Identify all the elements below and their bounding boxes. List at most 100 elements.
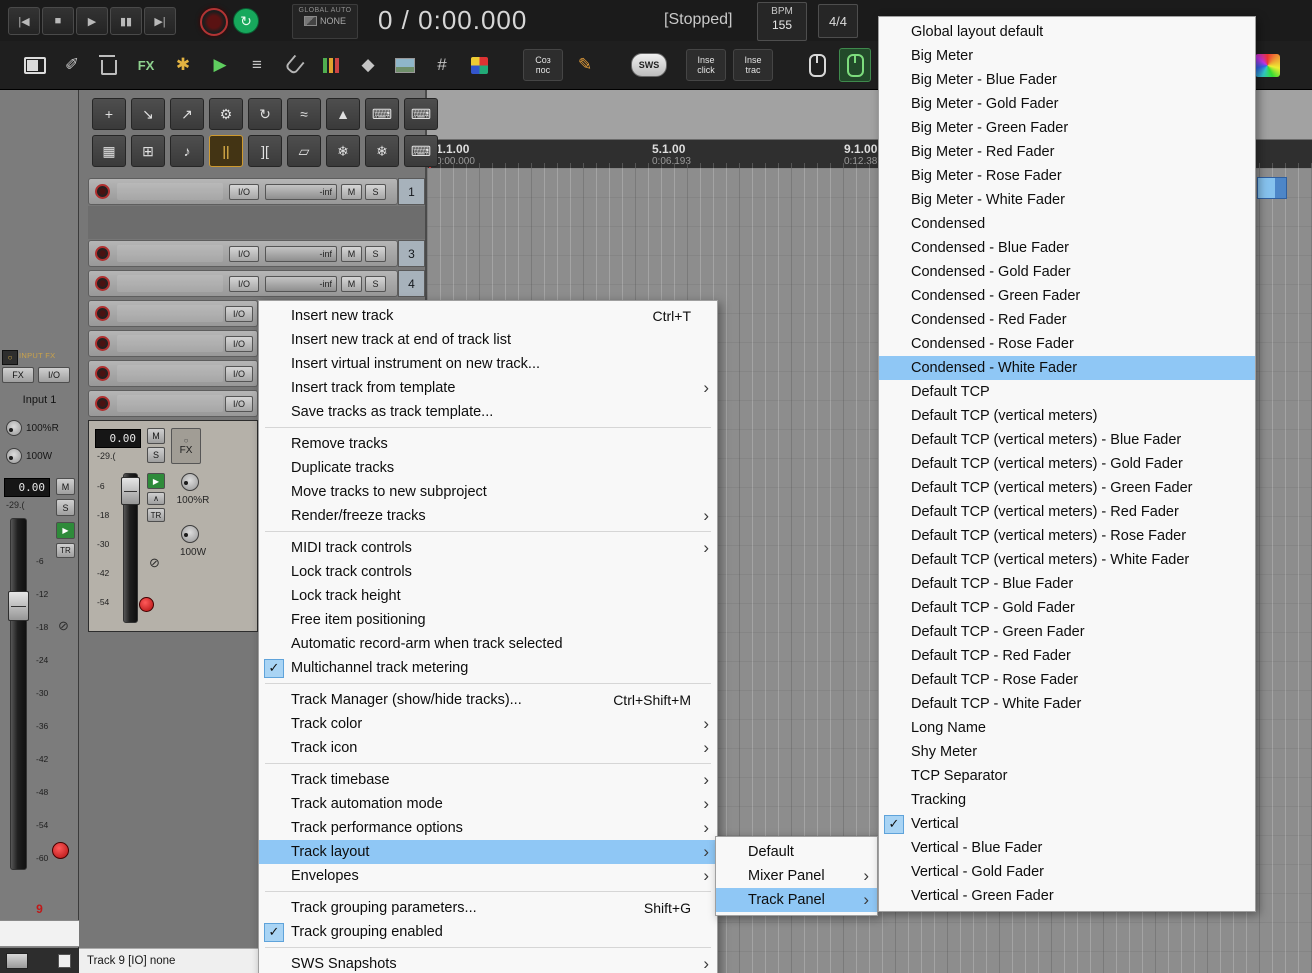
menu-item-duplicate-tracks[interactable]: Duplicate tracks: [259, 456, 717, 480]
volume-fader[interactable]: -inf: [265, 276, 337, 292]
menu-item-condensed-blue-fader[interactable]: Condensed - Blue Fader: [879, 236, 1255, 260]
record-monitor-button[interactable]: ▶: [147, 473, 165, 489]
io-button[interactable]: I/O: [225, 396, 253, 412]
menu-item-vertical-green-fader[interactable]: Vertical - Green Fader: [879, 884, 1255, 908]
fader-handle-icon[interactable]: [121, 477, 140, 505]
width-knob[interactable]: [181, 525, 199, 543]
record-arm-button[interactable]: [95, 366, 110, 381]
io-button[interactable]: I/O: [225, 366, 253, 382]
menu-item-track-layout[interactable]: Track layout ›: [259, 840, 717, 864]
soz-pos-button[interactable]: Соз пос: [523, 49, 563, 81]
menu-item-track-color[interactable]: Track color ›: [259, 712, 717, 736]
menu-item-track-performance-options[interactable]: Track performance options ›: [259, 816, 717, 840]
menu-item-sws-snapshots[interactable]: SWS Snapshots ›: [259, 952, 717, 973]
mute-button[interactable]: M: [341, 276, 362, 292]
record-arm-button[interactable]: [95, 246, 110, 261]
menu-item-remove-tracks[interactable]: Remove tracks: [259, 432, 717, 456]
fx-button[interactable]: FX: [2, 367, 34, 383]
power-button[interactable]: ○: [2, 350, 18, 365]
pan-knob[interactable]: [181, 473, 199, 491]
track-name-field[interactable]: [117, 275, 223, 292]
io-button[interactable]: I/O: [229, 184, 259, 200]
track-name-field[interactable]: [117, 183, 223, 200]
menu-item-big-meter-gold-fader[interactable]: Big Meter - Gold Fader: [879, 92, 1255, 116]
track-name-field[interactable]: [117, 305, 223, 322]
volume-fader[interactable]: -inf: [265, 246, 337, 262]
menu-item-track-automation-mode[interactable]: Track automation mode ›: [259, 792, 717, 816]
mute-button[interactable]: M: [147, 428, 165, 444]
menu-item-condensed-red-fader[interactable]: Condensed - Red Fader: [879, 308, 1255, 332]
sws-button[interactable]: SWS: [629, 49, 669, 81]
menu-item-save-tracks-as-track-template[interactable]: Save tracks as track template...: [259, 400, 717, 424]
solo-button[interactable]: S: [365, 246, 386, 262]
phase-invert-icon[interactable]: ⊘: [149, 555, 160, 571]
menu-item-big-meter-rose-fader[interactable]: Big Meter - Rose Fader: [879, 164, 1255, 188]
mouse-mode-green-button[interactable]: [839, 48, 871, 82]
menu-item-shy-meter[interactable]: Shy Meter: [879, 740, 1255, 764]
record-monitor-button[interactable]: ▶: [56, 522, 75, 539]
volume-display[interactable]: 0.00: [4, 478, 50, 497]
menu-item-default-tcp-rose-fader[interactable]: Default TCP - Rose Fader: [879, 668, 1255, 692]
menu-item-default-tcp-red-fader[interactable]: Default TCP - Red Fader: [879, 644, 1255, 668]
solo-button[interactable]: S: [56, 499, 75, 516]
menu-item-condensed-rose-fader[interactable]: Condensed - Rose Fader: [879, 332, 1255, 356]
fader-handle-icon[interactable]: [8, 591, 29, 621]
mute-button[interactable]: M: [341, 246, 362, 262]
pan-slider-handle[interactable]: [6, 953, 28, 969]
menu-item-lock-track-controls[interactable]: Lock track controls: [259, 560, 717, 584]
transport-prev-button[interactable]: |◀: [8, 7, 40, 35]
menu-item-render-freeze-tracks[interactable]: Render/freeze tracks ›: [259, 504, 717, 528]
width-knob[interactable]: [6, 448, 22, 464]
menu-item-default-tcp-blue-fader[interactable]: Default TCP - Blue Fader: [879, 572, 1255, 596]
io-button[interactable]: I/O: [225, 336, 253, 352]
menu-item-default-tcp[interactable]: Default TCP: [879, 380, 1255, 404]
fx-button[interactable]: ○ FX: [171, 428, 201, 464]
right-palette-button[interactable]: [1252, 49, 1282, 81]
menu-item-condensed-green-fader[interactable]: Condensed - Green Fader: [879, 284, 1255, 308]
menu-item-default[interactable]: Default: [716, 840, 877, 864]
track-name-field[interactable]: [117, 395, 223, 412]
mouse-mode-button[interactable]: [802, 49, 832, 81]
clip-indicator[interactable]: [52, 842, 69, 859]
menu-item-long-name[interactable]: Long Name: [879, 716, 1255, 740]
menu-item-insert-track-from-template[interactable]: Insert track from template ›: [259, 376, 717, 400]
menu-item-track-grouping-parameters[interactable]: Track grouping parameters... Shift+G: [259, 896, 717, 920]
solo-button[interactable]: S: [147, 447, 165, 463]
menu-item-default-tcp-white-fader[interactable]: Default TCP - White Fader: [879, 692, 1255, 716]
paint-tool-icon[interactable]: ✐: [57, 49, 87, 81]
mute-button[interactable]: M: [341, 184, 362, 200]
menu-item-insert-virtual-instrument-on-new-track[interactable]: Insert virtual instrument on new track..…: [259, 352, 717, 376]
menu-item-global-layout-default[interactable]: Global layout default: [879, 20, 1255, 44]
menu-item-big-meter[interactable]: Big Meter: [879, 44, 1255, 68]
menu-item-vertical-gold-fader[interactable]: Vertical - Gold Fader: [879, 860, 1255, 884]
menu-item-midi-track-controls[interactable]: MIDI track controls ›: [259, 536, 717, 560]
io-button[interactable]: I/O: [229, 246, 259, 262]
menu-item-default-tcp-vertical-meters-gold-fader[interactable]: Default TCP (vertical meters) - Gold Fad…: [879, 452, 1255, 476]
volume-fader[interactable]: [121, 473, 140, 623]
theme-color-grid-icon[interactable]: [464, 49, 494, 81]
menu-item-vertical[interactable]: ✓ Vertical: [879, 812, 1255, 836]
trim-button[interactable]: TR: [147, 508, 165, 522]
menu-item-default-tcp-vertical-meters-red-fader[interactable]: Default TCP (vertical meters) - Red Fade…: [879, 500, 1255, 524]
menu-item-mixer-panel[interactable]: Mixer Panel ›: [716, 864, 877, 888]
menu-item-track-grouping-enabled[interactable]: ✓ Track grouping enabled: [259, 920, 717, 944]
pan-knob[interactable]: [6, 420, 22, 436]
menu-item-default-tcp-vertical-meters-green-fader[interactable]: Default TCP (vertical meters) - Green Fa…: [879, 476, 1255, 500]
track-name-field[interactable]: [117, 245, 223, 262]
mixer-monitor-icon[interactable]: [20, 49, 50, 81]
track-name-field[interactable]: [117, 365, 223, 382]
menu-item-condensed-gold-fader[interactable]: Condensed - Gold Fader: [879, 260, 1255, 284]
menu-item-default-tcp-gold-fader[interactable]: Default TCP - Gold Fader: [879, 596, 1255, 620]
mute-button[interactable]: M: [56, 478, 75, 495]
menu-item-default-tcp-green-fader[interactable]: Default TCP - Green Fader: [879, 620, 1255, 644]
menu-item-automatic-record-arm-when-track-selected[interactable]: Automatic record-arm when track selected: [259, 632, 717, 656]
insert-track-button[interactable]: Inse trac: [733, 49, 773, 81]
menu-item-track-icon[interactable]: Track icon ›: [259, 736, 717, 760]
menu-item-multichannel-track-metering[interactable]: ✓ Multichannel track metering: [259, 656, 717, 680]
volume-display[interactable]: 0.00: [95, 429, 141, 448]
io-button[interactable]: I/O: [225, 306, 253, 322]
io-button[interactable]: I/O: [38, 367, 70, 383]
menu-item-big-meter-white-fader[interactable]: Big Meter - White Fader: [879, 188, 1255, 212]
media-item[interactable]: [1257, 177, 1287, 199]
menu-item-track-manager-show-hide-tracks[interactable]: Track Manager (show/hide tracks)... Ctrl+…: [259, 688, 717, 712]
